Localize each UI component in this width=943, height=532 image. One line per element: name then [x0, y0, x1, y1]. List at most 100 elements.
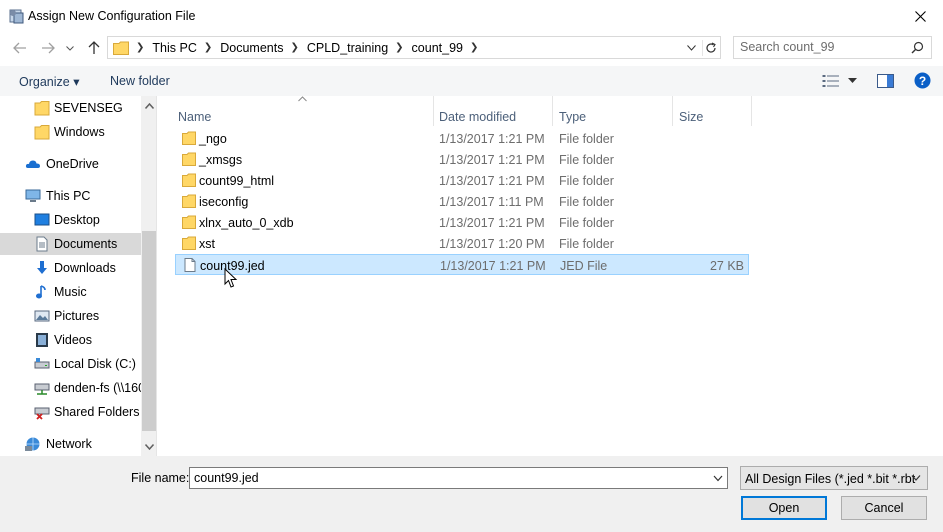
sidebar-item-sevenseg[interactable]: SEVENSEG	[0, 97, 141, 119]
file-name-combobox[interactable]	[189, 467, 728, 489]
folder-icon	[182, 152, 196, 166]
arrow-right-icon	[42, 42, 55, 54]
file-name-input[interactable]	[194, 471, 694, 485]
breadcrumb-separator[interactable]: ❯	[136, 42, 144, 53]
column-divider[interactable]	[433, 96, 434, 126]
sidebar-item-label: This PC	[46, 189, 91, 203]
bottom-panel: File name: All Design Files (*.jed *.bit…	[0, 456, 943, 532]
pictures-icon	[34, 310, 50, 322]
recent-locations-button[interactable]	[62, 38, 78, 58]
breadcrumb-cpld-training[interactable]: CPLD_training	[307, 41, 388, 55]
command-bar: Organize ▾ New folder ?	[0, 66, 943, 96]
column-divider[interactable]	[672, 96, 673, 126]
file-date: 1/13/2017 1:20 PM	[439, 237, 545, 251]
column-divider[interactable]	[552, 96, 553, 126]
close-button[interactable]	[897, 0, 943, 32]
search-input[interactable]	[740, 40, 900, 54]
back-button[interactable]	[9, 38, 31, 58]
sidebar-scrollbar[interactable]	[141, 96, 156, 456]
address-bar[interactable]: ❯ This PC ❯ Documents ❯ CPLD_training ❯ …	[107, 36, 721, 59]
folder-icon	[34, 101, 50, 116]
sort-ascending-icon	[298, 96, 307, 102]
file-row[interactable]: count99_html 1/13/2017 1:21 PM File fold…	[175, 170, 749, 191]
open-button[interactable]: Open	[741, 496, 827, 520]
sidebar-item-shared-folders[interactable]: Shared Folders (\	[0, 401, 151, 423]
file-type: File folder	[559, 153, 614, 167]
sidebar-item-label: Documents	[54, 237, 118, 251]
breadcrumb-separator[interactable]: ❯	[395, 42, 403, 53]
organize-button[interactable]: Organize ▾	[19, 74, 79, 89]
file-row[interactable]: iseconfig 1/13/2017 1:11 PM File folder	[175, 191, 749, 212]
sidebar-item-label: denden-fs (\\160	[54, 381, 146, 395]
file-date: 1/13/2017 1:21 PM	[440, 259, 546, 273]
sidebar-item-label: Windows	[54, 125, 105, 139]
arrow-up-icon	[88, 41, 100, 54]
breadcrumb-separator[interactable]: ❯	[204, 42, 212, 53]
sidebar-item-pictures[interactable]: Pictures	[0, 305, 141, 327]
file-type: File folder	[559, 132, 614, 146]
file-row-selected[interactable]: count99.jed 1/13/2017 1:21 PM JED File 2…	[175, 254, 749, 275]
up-button[interactable]	[83, 38, 105, 58]
file-date: 1/13/2017 1:11 PM	[439, 195, 544, 209]
forward-button[interactable]	[37, 38, 59, 58]
title-bar: Assign New Configuration File	[0, 0, 943, 32]
breadcrumb-this-pc[interactable]: This PC	[152, 41, 196, 55]
chevron-down-icon[interactable]	[713, 473, 723, 483]
search-box[interactable]	[733, 36, 932, 59]
file-type: File folder	[559, 237, 614, 251]
arrow-left-icon	[13, 42, 26, 54]
sidebar-item-denden-fs[interactable]: denden-fs (\\160	[0, 377, 145, 399]
cancel-button[interactable]: Cancel	[841, 496, 927, 520]
file-name-label: File name:	[131, 471, 190, 485]
file-row[interactable]: xlnx_auto_0_xdb 1/13/2017 1:21 PM File f…	[175, 212, 749, 233]
sidebar-item-label: Videos	[54, 333, 92, 347]
close-icon	[914, 10, 926, 22]
file-row[interactable]: _ngo 1/13/2017 1:21 PM File folder	[175, 128, 749, 149]
sidebar-item-label: Shared Folders (\	[54, 405, 151, 419]
file-name: count99_html	[199, 174, 275, 188]
file-type-filter[interactable]: All Design Files (*.jed *.bit *.rbt	[740, 466, 928, 490]
sidebar-item-music[interactable]: Music	[0, 281, 141, 303]
preview-pane-icon[interactable]	[877, 74, 894, 88]
file-date: 1/13/2017 1:21 PM	[439, 216, 545, 230]
address-dropdown-button[interactable]	[684, 41, 698, 55]
chevron-down-icon	[911, 475, 921, 481]
sidebar-item-this-pc[interactable]: This PC	[0, 185, 141, 207]
column-divider[interactable]	[751, 96, 752, 126]
sidebar-item-downloads[interactable]: Downloads	[0, 257, 141, 279]
scrollbar-thumb[interactable]	[142, 231, 156, 431]
file-size: 27 KB	[709, 259, 744, 273]
new-folder-button[interactable]: New folder	[110, 74, 170, 88]
column-header-name[interactable]: Name	[178, 110, 211, 124]
help-icon[interactable]: ?	[914, 72, 931, 89]
file-type: File folder	[559, 174, 614, 188]
file-date: 1/13/2017 1:21 PM	[439, 132, 545, 146]
sidebar-item-windows[interactable]: Windows	[0, 121, 141, 143]
sidebar-item-documents[interactable]: Documents	[0, 233, 141, 255]
file-name: _ngo	[199, 132, 227, 146]
column-header-type[interactable]: Type	[559, 110, 586, 124]
file-type: JED File	[560, 259, 608, 273]
sidebar-item-local-disk[interactable]: Local Disk (C:)	[0, 353, 141, 375]
sidebar-item-desktop[interactable]: Desktop	[0, 209, 141, 231]
file-row[interactable]: _xmsgs 1/13/2017 1:21 PM File folder	[175, 149, 749, 170]
column-header-size[interactable]: Size	[679, 110, 703, 124]
breadcrumb-documents[interactable]: Documents	[220, 41, 283, 55]
refresh-button[interactable]	[702, 40, 718, 56]
file-name: xst	[199, 237, 215, 251]
file-name: xlnx_auto_0_xdb	[199, 216, 294, 230]
scroll-up-button[interactable]	[141, 98, 156, 114]
breadcrumb-separator[interactable]: ❯	[470, 42, 478, 53]
breadcrumb-count-99[interactable]: count_99	[412, 41, 463, 55]
sidebar-item-label: Music	[54, 285, 87, 299]
scroll-down-button[interactable]	[141, 439, 156, 455]
file-row[interactable]: xst 1/13/2017 1:20 PM File folder	[175, 233, 749, 254]
sidebar-item-videos[interactable]: Videos	[0, 329, 141, 351]
search-icon	[911, 41, 924, 54]
column-header-date-modified[interactable]: Date modified	[439, 110, 516, 124]
view-options-chevron-icon[interactable]	[848, 78, 857, 84]
breadcrumb-separator[interactable]: ❯	[290, 42, 298, 53]
view-details-icon[interactable]	[822, 74, 840, 88]
sidebar-item-network[interactable]: Network	[0, 433, 141, 455]
sidebar-item-onedrive[interactable]: OneDrive	[0, 153, 141, 175]
